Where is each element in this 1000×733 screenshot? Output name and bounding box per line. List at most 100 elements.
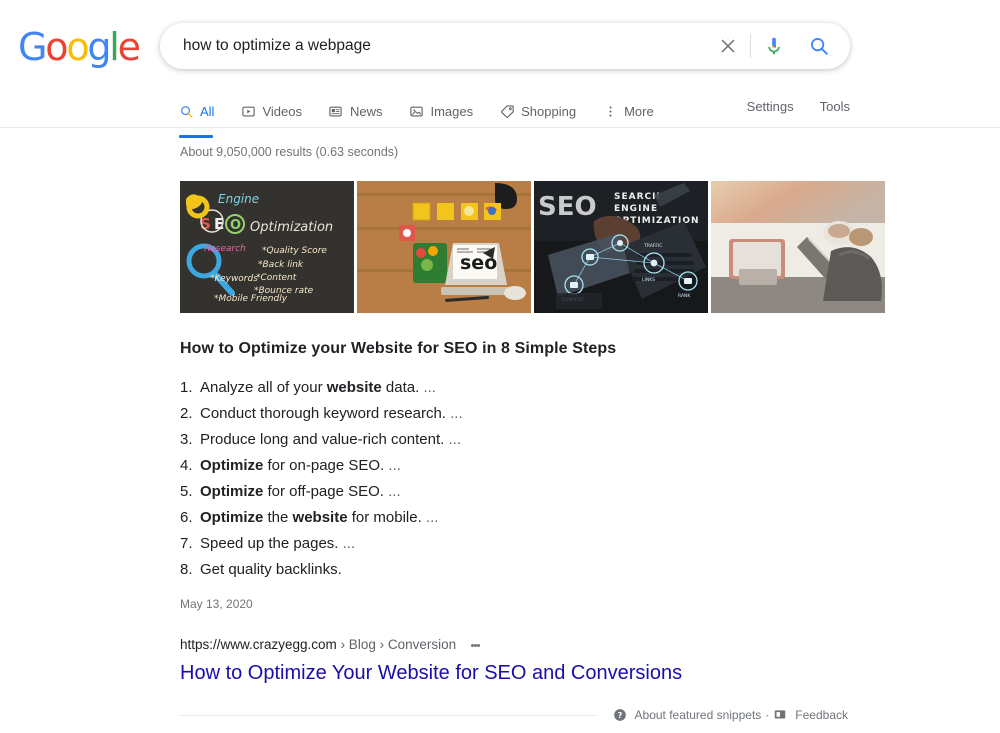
list-item-number: 5. — [180, 483, 193, 501]
thumbnail-strip: Engine S E O Optimization Research *Qual… — [180, 180, 1000, 313]
tab-all-label: All — [200, 104, 215, 119]
list-item-number: 6. — [180, 509, 193, 527]
news-icon — [328, 104, 344, 120]
google-search-results-page: Google how to optimize a webpage All Vid… — [0, 0, 1000, 733]
svg-text:SEARCH: SEARCH — [614, 192, 661, 202]
svg-text:*Content: *Content — [256, 273, 297, 283]
tab-videos-label: Videos — [262, 104, 302, 119]
list-item-text: Optimize the website for mobile. ... — [200, 509, 439, 527]
close-icon[interactable] — [708, 24, 748, 68]
tab-more-label: More — [624, 104, 654, 119]
list-item-number: 1. — [180, 379, 193, 397]
list-item-number: 3. — [180, 431, 193, 449]
feedback-label[interactable]: Feedback — [795, 708, 848, 722]
tab-more[interactable]: More — [602, 95, 654, 128]
search-results-content: About 9,050,000 results (0.63 seconds) E… — [0, 128, 1000, 722]
result-stats: About 9,050,000 results (0.63 seconds) — [180, 145, 399, 159]
logo-letter-3: o — [66, 25, 89, 69]
tab-news[interactable]: News — [328, 95, 383, 128]
search-result-item: https://www.crazyegg.com › Blog › Conver… — [180, 635, 1000, 686]
thumbnail-desk-laptop-seo[interactable]: seo — [357, 180, 531, 313]
list-item-text: Produce long and value-rich content. ... — [200, 431, 462, 449]
svg-text:SEO: SEO — [538, 192, 597, 222]
list-item: 1. Analyze all of your website data. ... — [180, 375, 1000, 401]
search-submit-icon[interactable] — [795, 24, 843, 68]
svg-text:Engine: Engine — [218, 192, 259, 206]
list-item: 3. Produce long and value-rich content. … — [180, 427, 1000, 453]
tab-shopping-label: Shopping — [521, 104, 577, 119]
list-item: 7. Speed up the pages. ... — [180, 531, 1000, 557]
more-vertical-icon — [602, 104, 618, 120]
svg-text:Research: Research — [204, 244, 246, 254]
tab-shopping[interactable]: Shopping — [499, 95, 576, 128]
result-url[interactable]: https://www.crazyegg.com › Blog › Conver… — [180, 635, 456, 655]
thumbnail-desk-tablet-coffee[interactable] — [711, 180, 885, 313]
logo-letter-5: l — [109, 25, 120, 69]
featured-snippet: How to Optimize your Website for SEO in … — [180, 339, 1000, 612]
search-input[interactable] — [181, 33, 700, 59]
list-item: 2. Conduct thorough keyword research. ..… — [180, 401, 1000, 427]
search-bar[interactable] — [160, 23, 850, 69]
svg-text:ENGINE: ENGINE — [614, 204, 658, 214]
more-vertical-icon[interactable] — [466, 636, 484, 654]
search-divider — [750, 34, 751, 58]
result-domain: https://www.crazyegg.com — [180, 637, 337, 653]
snippet-date: May 13, 2020 — [180, 597, 253, 612]
svg-text:LINKS: LINKS — [642, 277, 655, 283]
list-item: 6. Optimize the website for mobile. ... — [180, 505, 1000, 531]
logo-letter-2: o — [45, 25, 68, 69]
snippet-footer: ? About featured snippets · Feedback — [180, 708, 848, 722]
thumbnail-seo-chalkboard[interactable]: Engine S E O Optimization Research *Qual… — [180, 180, 354, 313]
google-logo[interactable]: Google — [18, 25, 141, 69]
tab-images[interactable]: Images — [408, 95, 473, 128]
footer-separator: · — [765, 708, 770, 723]
settings-link[interactable]: Settings — [747, 99, 794, 114]
svg-text:?: ? — [617, 710, 622, 720]
tools-link[interactable]: Tools — [820, 99, 850, 114]
list-item-text: Conduct thorough keyword research. ... — [200, 405, 463, 423]
list-item-number: 2. — [180, 405, 193, 423]
svg-text:*Quality Score: *Quality Score — [262, 246, 327, 256]
list-item-number: 4. — [180, 457, 193, 475]
logo-letter-6: e — [117, 25, 141, 69]
result-breadcrumb: › Blog › Conversion — [336, 637, 457, 653]
svg-text:Optimization: Optimization — [250, 220, 333, 235]
tab-all[interactable]: All — [178, 95, 215, 138]
about-featured-snippets-label[interactable]: About featured snippets — [635, 708, 762, 722]
list-item-number: 8. — [180, 561, 193, 579]
microphone-icon[interactable] — [753, 24, 795, 68]
list-item-text: Speed up the pages. ... — [200, 535, 356, 553]
tab-news-label: News — [349, 104, 383, 119]
list-item-text: Optimize for on-page SEO. ... — [200, 457, 401, 475]
snippet-title: How to Optimize your Website for SEO in … — [180, 339, 617, 357]
tag-icon — [499, 104, 515, 120]
list-item: 8. Get quality backlinks. — [180, 557, 1000, 583]
thumbnail-seo-keyboard-network[interactable]: SEO SEARCH ENGINE OPTIMIZATION LINKS RAN… — [534, 180, 708, 313]
feedback-group[interactable]: Feedback — [773, 708, 848, 722]
page-header: Google how to optimize a webpage All Vid… — [0, 0, 1000, 138]
tab-videos[interactable]: Videos — [240, 95, 302, 128]
svg-text:*Mobile Friendly: *Mobile Friendly — [214, 294, 288, 304]
divider — [180, 714, 597, 716]
logo-letter-1: G — [18, 25, 47, 69]
svg-text:*Back link: *Back link — [258, 260, 304, 270]
list-item-text: Optimize for off-page SEO. ... — [200, 483, 401, 501]
image-icon — [408, 104, 424, 120]
search-icon — [178, 104, 194, 120]
about-featured-snippets-group[interactable]: ? About featured snippets — [613, 708, 762, 722]
svg-text:TRAFFIC: TRAFFIC — [643, 243, 662, 249]
svg-text:RANK: RANK — [678, 293, 691, 299]
list-item-number: 7. — [180, 535, 193, 553]
snippet-steps-list: 1. Analyze all of your website data. ...… — [180, 375, 1000, 583]
list-item-text: Get quality backlinks. — [200, 561, 342, 579]
video-icon — [240, 104, 256, 120]
help-circle-icon: ? — [613, 708, 627, 722]
search-tabs: All Videos News Images Shopping More — [178, 95, 680, 138]
feedback-flag-icon — [773, 708, 787, 722]
svg-text:O: O — [230, 218, 241, 233]
header-right-links: Settings Tools — [747, 99, 850, 114]
result-title-link[interactable]: How to Optimize Your Website for SEO and… — [180, 660, 682, 686]
list-item: 5. Optimize for off-page SEO. ... — [180, 479, 1000, 505]
list-item-text: Analyze all of your website data. ... — [200, 379, 436, 397]
logo-letter-4: g — [87, 25, 111, 69]
